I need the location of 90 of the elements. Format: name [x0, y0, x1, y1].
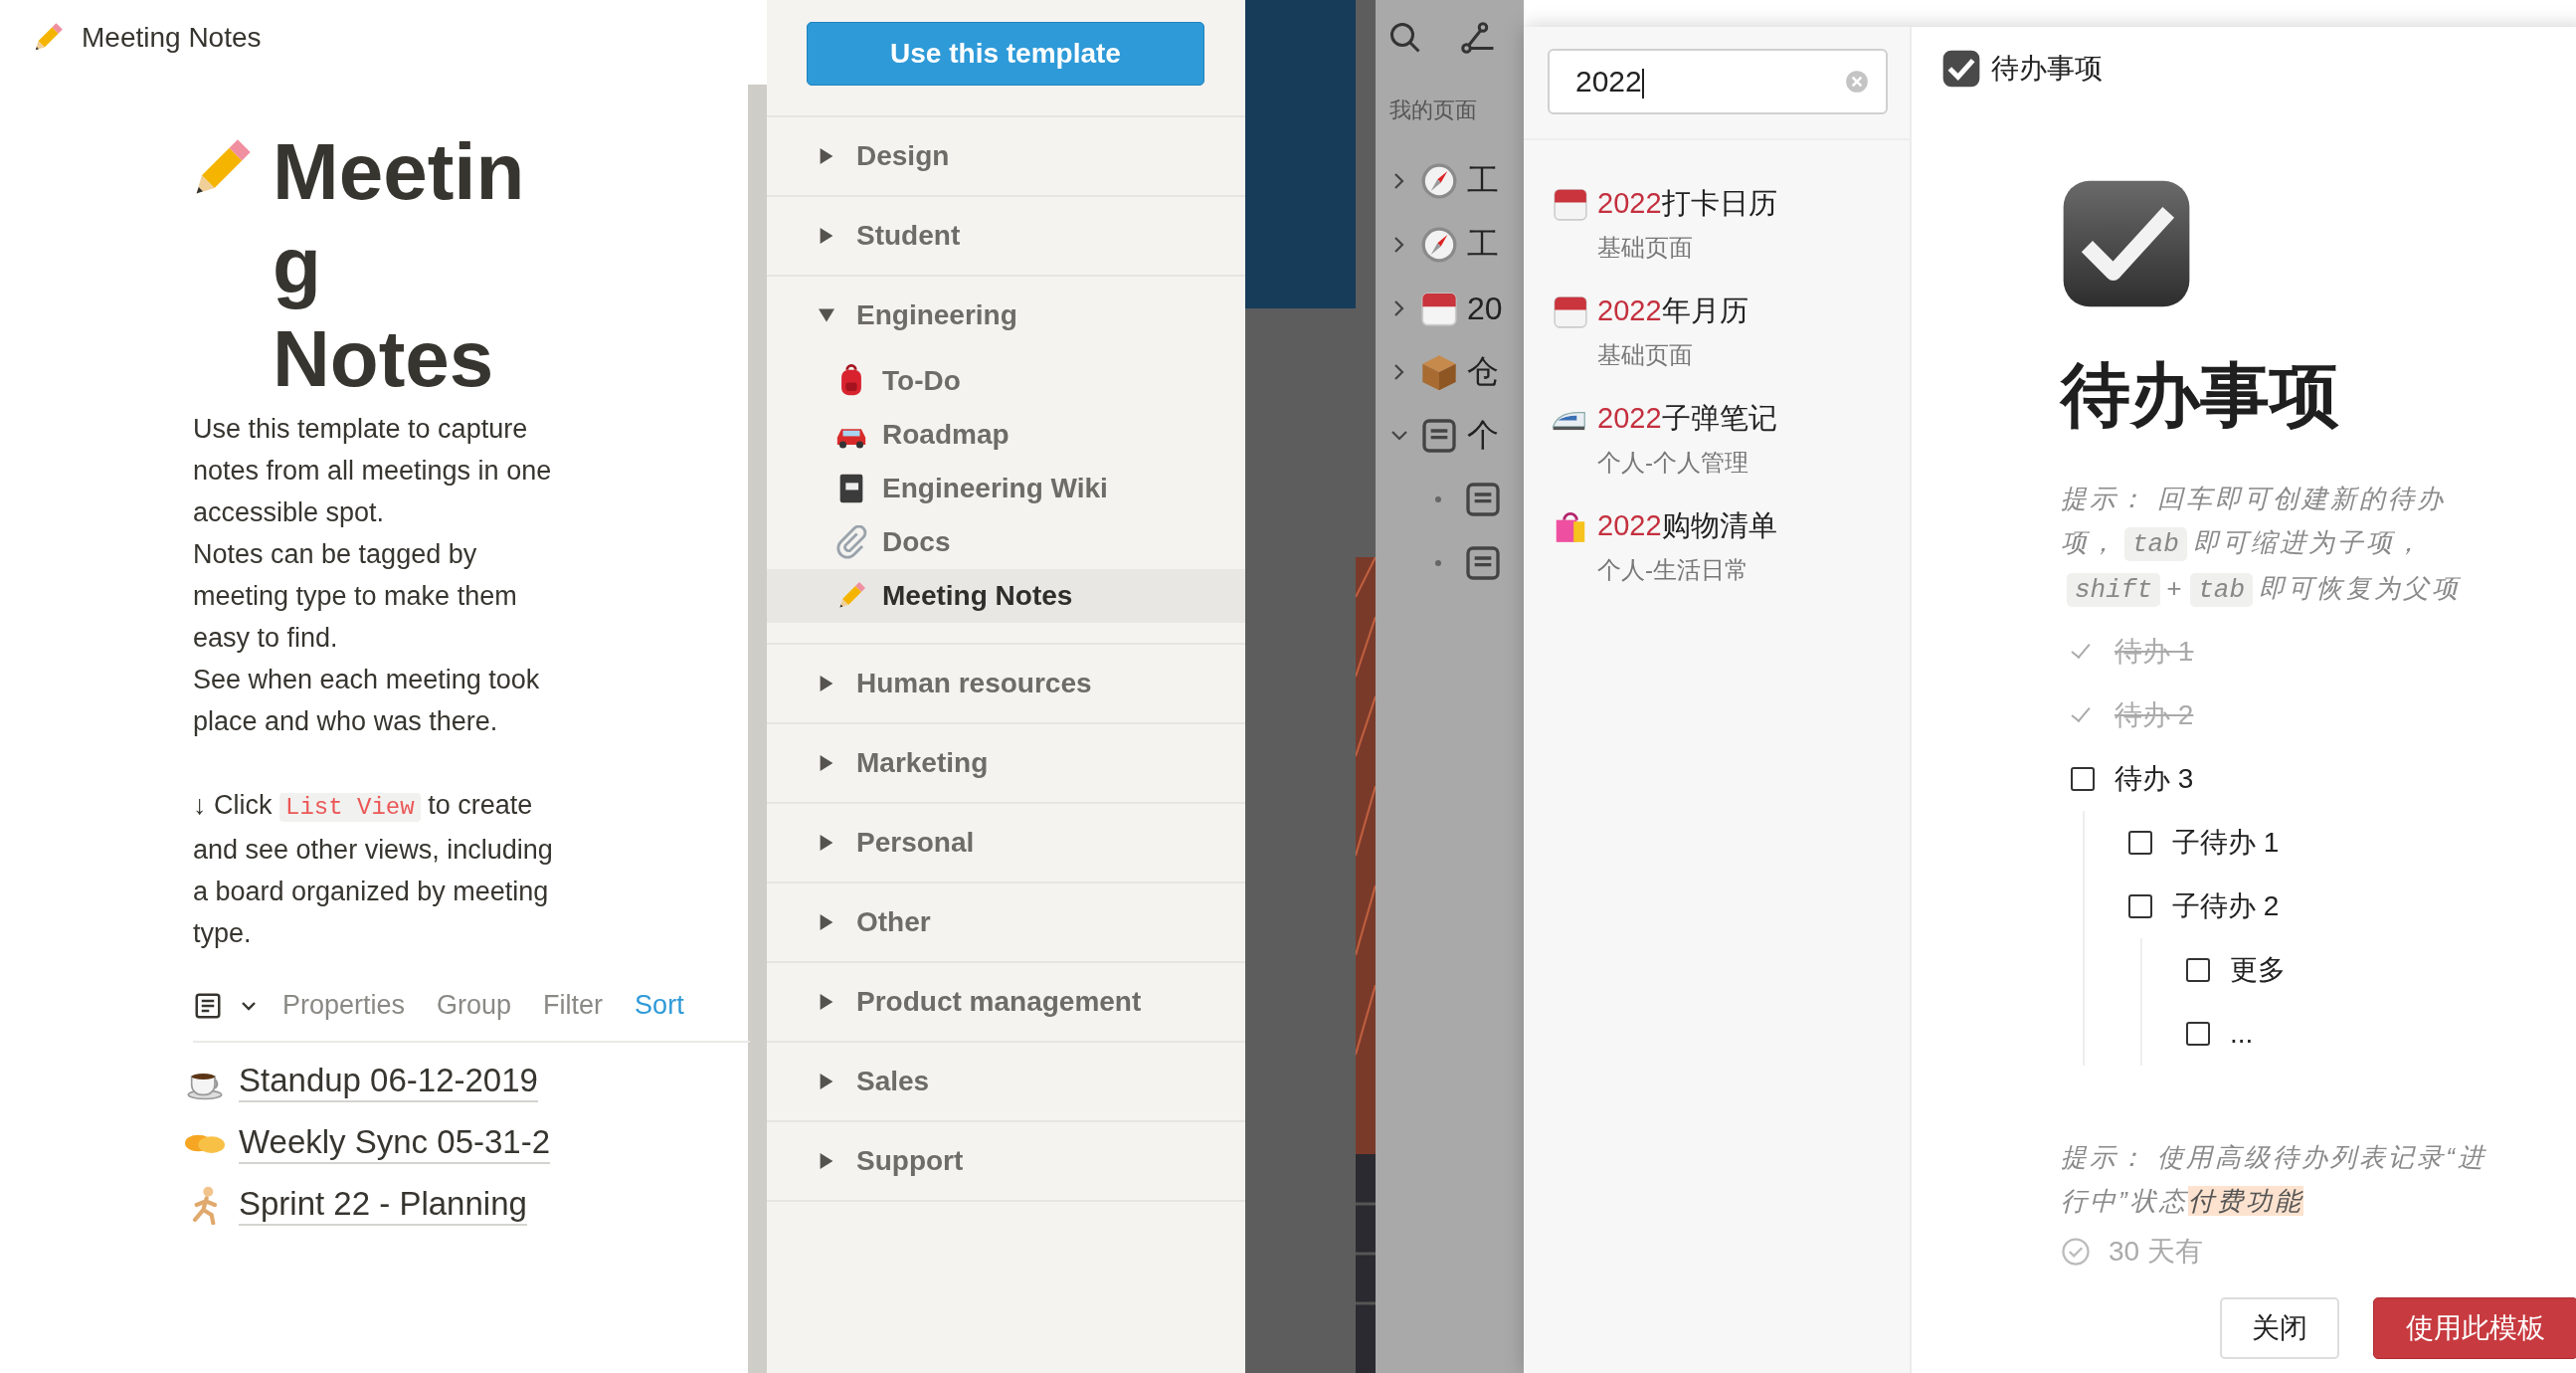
caret-icon[interactable] — [819, 148, 834, 164]
category-item[interactable]: Other — [856, 906, 931, 938]
category-item[interactable]: Product management — [856, 986, 1142, 1018]
caret-icon[interactable] — [819, 914, 834, 930]
sidebar-item[interactable]: 个 — [1467, 414, 1499, 458]
caret-icon[interactable] — [819, 994, 834, 1010]
category-item[interactable]: Design — [856, 140, 950, 172]
todo-text: 子待办 1 — [2172, 826, 2280, 860]
bullet-icon — [1435, 496, 1441, 502]
page-icon — [1419, 416, 1459, 456]
description-text: See when each meeting took place and who was there. — [193, 664, 541, 738]
todo-text: 子待办 2 — [2172, 889, 2280, 923]
toolbar-button[interactable]: Sort — [635, 990, 684, 1021]
search-field[interactable]: 2022 — [1548, 49, 1888, 114]
template-item[interactable]: Meeting Notes — [767, 569, 1245, 623]
template-item[interactable]: To-Do — [767, 354, 1245, 408]
inline-code: tab — [2190, 573, 2253, 607]
todo-text: 待办 3 — [2115, 762, 2194, 796]
todo-text: 待办 2 — [2115, 698, 2194, 732]
todo-text: ... — [2230, 1018, 2254, 1050]
result-title[interactable]: 2022年月历 — [1597, 292, 1748, 331]
template-name: 待办事项 — [1991, 52, 2103, 86]
category-item[interactable]: Human resources — [856, 668, 1092, 699]
category-item[interactable]: Marketing — [856, 747, 989, 779]
result-subtitle: 个人-生活日常 — [1596, 555, 1749, 585]
result-subtitle: 基础页面 — [1596, 233, 1694, 263]
description-text: Use this template to capture notes from all meetings in one accessible spot. — [193, 413, 553, 529]
use-template-button[interactable]: 使用此模板 — [2373, 1297, 2576, 1359]
compass-icon — [1419, 161, 1459, 201]
bullet-icon — [1435, 560, 1441, 566]
page-icon — [1463, 543, 1503, 583]
nodes-icon[interactable] — [1459, 20, 1495, 56]
toolbar-button[interactable]: Properties — [282, 990, 406, 1021]
template-item[interactable]: Roadmap — [767, 408, 1245, 462]
template-item[interactable]: Engineering Wiki — [767, 462, 1245, 515]
caret-icon[interactable] — [819, 1074, 834, 1089]
caret-icon[interactable] — [819, 1153, 834, 1169]
result-subtitle: 基础页面 — [1596, 340, 1694, 370]
checkbox-icon — [2061, 178, 2192, 309]
caret-icon[interactable] — [819, 228, 834, 244]
description-text: Notes can be tagged by meeting type to make them easy to find. — [193, 538, 518, 655]
caret-icon[interactable] — [819, 835, 834, 851]
sidebar-item[interactable]: 工 — [1467, 223, 1499, 267]
page-title: Meeting Notes — [273, 126, 526, 405]
todo-text: 待办 1 — [2115, 635, 2194, 669]
result-title[interactable]: 2022打卡日历 — [1597, 184, 1777, 224]
caret-icon[interactable] — [819, 755, 834, 771]
list-item: 30 天有 — [2109, 1235, 2203, 1269]
sidebar-item[interactable]: 20 — [1467, 290, 1503, 327]
compass-icon — [1419, 225, 1459, 265]
page-icon — [1463, 480, 1503, 519]
todo-checkbox[interactable] — [2186, 1022, 2210, 1046]
category-item[interactable]: Support — [856, 1145, 964, 1177]
category-item[interactable]: Personal — [856, 827, 975, 859]
section-heading: 我的页面 — [1389, 97, 1478, 124]
toolbar-button[interactable]: Filter — [543, 990, 604, 1021]
todo-checkbox[interactable] — [2186, 958, 2210, 982]
category-item[interactable]: Student — [856, 220, 961, 252]
sidebar-item[interactable]: 工 — [1467, 159, 1499, 203]
template-item[interactable]: Docs — [767, 515, 1245, 569]
tip-text: 提示： 回车即可创建新的待办项， tab 即可缩进为子项， shift + tab 即可恢复为父项 — [2061, 483, 2462, 609]
todo-text: 更多 — [2230, 953, 2286, 987]
preview-title: 待办事项 — [2061, 355, 2340, 436]
category-item[interactable]: Engineering — [856, 299, 1017, 331]
circle-check-icon — [2061, 1237, 2091, 1267]
list-entry[interactable]: Sprint 22 - Planning — [239, 1184, 527, 1226]
todo-checkbox[interactable] — [2128, 894, 2152, 918]
list-entry[interactable]: Weekly Sync 05-31-2 — [239, 1122, 551, 1164]
list-entry[interactable]: Standup 06-12-2019 — [239, 1061, 538, 1102]
todo-checkbox[interactable] — [2128, 831, 2152, 855]
inline-code: List View — [279, 793, 421, 822]
result-title[interactable]: 2022子弹笔记 — [1597, 399, 1777, 439]
result-title[interactable]: 2022购物清单 — [1597, 506, 1777, 546]
paperclip-icon — [834, 525, 868, 559]
caret-icon[interactable] — [819, 307, 834, 323]
toolbar-button[interactable]: Group — [437, 990, 512, 1021]
category-item[interactable]: Sales — [856, 1066, 930, 1097]
inline-code: shift — [2067, 573, 2160, 607]
instruction-text: ↓ Click List View to create and see other views, including a board organized by meeting type. — [193, 789, 554, 950]
close-button[interactable]: 关闭 — [2220, 1297, 2339, 1359]
sidebar-item[interactable]: 仓 — [1467, 350, 1499, 394]
todo-checkbox[interactable] — [2071, 767, 2095, 791]
breadcrumb[interactable]: Meeting Notes — [82, 22, 262, 54]
scrollbar[interactable] — [748, 85, 767, 1373]
inline-code: tab — [2124, 527, 2187, 561]
result-subtitle: 个人-个人管理 — [1596, 448, 1749, 478]
tip-text: 提示： 使用高级待办列表记录“进行中”状态付费功能 — [2061, 1141, 2487, 1218]
use-template-button[interactable]: Use this template — [807, 22, 1204, 86]
checkbox-icon — [1941, 49, 1981, 89]
caret-icon[interactable] — [819, 676, 834, 691]
